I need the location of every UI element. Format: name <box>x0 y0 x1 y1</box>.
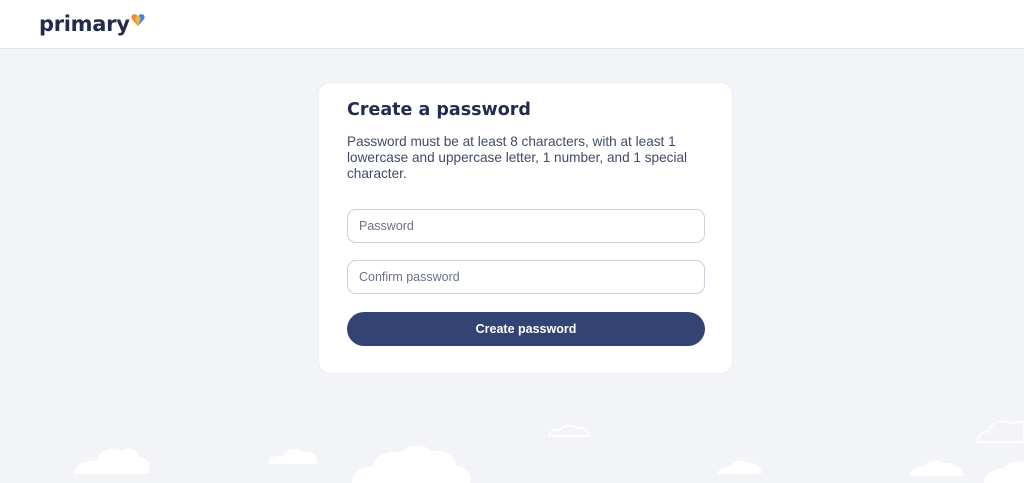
create-password-button[interactable]: Create password <box>347 312 705 346</box>
primary-logo[interactable]: primary <box>39 10 145 38</box>
clouds-decoration <box>74 420 1024 483</box>
password-requirements-text: Password must be at least 8 characters, … <box>347 134 688 181</box>
cloud-outline <box>976 420 1024 443</box>
top-header: primary <box>0 0 1024 49</box>
heart-logo-icon <box>131 13 145 32</box>
logo-text: primary <box>39 12 130 36</box>
cloud-shape <box>910 460 964 476</box>
password-input[interactable] <box>347 209 705 243</box>
cloud-shape <box>984 461 1024 483</box>
cloud-shape <box>718 460 762 474</box>
confirm-password-input[interactable] <box>347 260 705 294</box>
page-title: Create a password <box>347 100 531 120</box>
cloud-shape <box>268 449 319 464</box>
cloud-shape <box>74 448 150 474</box>
create-password-card: Create a password Password must be at le… <box>318 82 733 374</box>
cloud-outline <box>548 424 590 437</box>
cloud-shape <box>352 445 471 483</box>
